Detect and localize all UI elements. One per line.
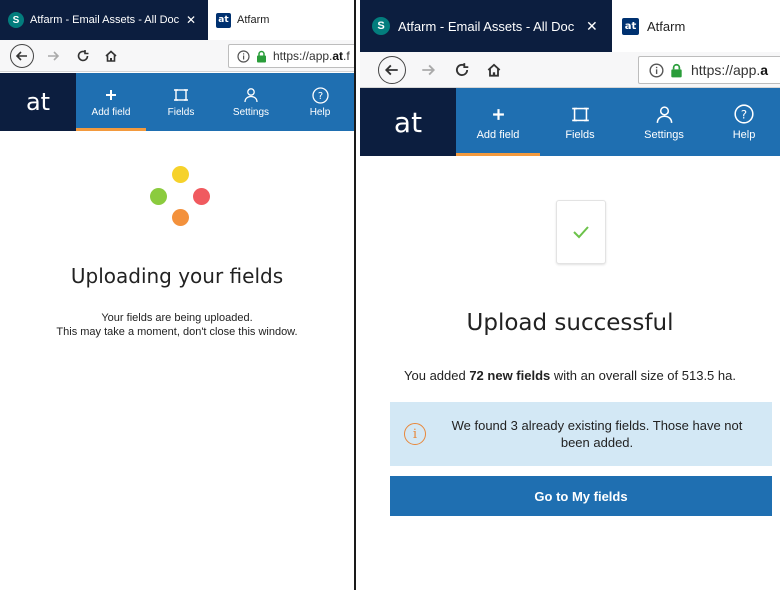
loader-dot: [172, 166, 189, 183]
success-check-card: [556, 200, 606, 264]
nav-settings[interactable]: Settings: [216, 73, 286, 131]
left-window: S Atfarm - Email Assets - All Doc ✕ at A…: [0, 0, 354, 590]
nav-add-field[interactable]: Add field: [76, 73, 146, 131]
arrow-left-icon: [15, 51, 27, 61]
info-circle-icon: [237, 49, 250, 63]
nav-label: Fields: [565, 129, 595, 141]
close-tab-icon[interactable]: ✕: [186, 13, 196, 27]
nav-label: Add field: [476, 129, 520, 141]
nav-label: Help: [309, 107, 331, 118]
window-divider: [354, 0, 356, 590]
tab-title: Atfarm: [647, 18, 686, 34]
tab-strip: S Atfarm - Email Assets - All Doc ✕ at A…: [0, 0, 354, 40]
browser-toolbar: https://app.a: [360, 52, 780, 88]
arrow-left-icon: [384, 64, 398, 76]
page-title: Uploading your fields: [70, 264, 284, 288]
right-window: S Atfarm - Email Assets - All Doc ✕ at A…: [360, 0, 780, 590]
back-button[interactable]: [378, 56, 406, 84]
browser-toolbar: https://app.at.f: [0, 40, 354, 72]
url-text: https://app.a: [691, 62, 769, 78]
go-to-my-fields-button[interactable]: Go to My fields: [390, 476, 772, 516]
tab-strip: S Atfarm - Email Assets - All Doc ✕ at A…: [360, 0, 780, 52]
atfarm-logo[interactable]: at: [360, 88, 456, 156]
existing-fields-notice: i We found 3 already existing fields. Th…: [390, 402, 772, 466]
lock-icon: [256, 50, 267, 63]
close-tab-icon[interactable]: ✕: [586, 18, 598, 35]
nav-label: Settings: [232, 107, 270, 118]
nav-label: Settings: [644, 129, 684, 141]
status-message-line1: Your fields are being uploaded.: [101, 312, 253, 324]
tab-email-assets[interactable]: S Atfarm - Email Assets - All Doc ✕: [360, 0, 612, 52]
nav-label: Add field: [91, 107, 131, 118]
reload-icon: [77, 50, 89, 62]
plus-icon: [105, 86, 117, 104]
tab-title: Atfarm - Email Assets - All Doc: [30, 14, 180, 26]
loader-dot: [172, 209, 189, 226]
help-icon: ?: [311, 86, 329, 104]
forward-button[interactable]: [42, 44, 64, 68]
notice-text: We found 3 already existing fields. Thos…: [451, 418, 743, 450]
upload-summary: You added 72 new fields with an overall …: [404, 368, 736, 383]
tab-atfarm[interactable]: at Atfarm: [612, 0, 780, 52]
sharepoint-favicon-icon: S: [8, 12, 24, 28]
home-button[interactable]: [482, 57, 506, 83]
home-icon: [105, 50, 117, 62]
nav-help[interactable]: ? Help: [708, 88, 780, 156]
nav-label: Help: [732, 129, 756, 141]
field-frame-icon: [173, 86, 189, 104]
help-icon: ?: [734, 103, 754, 125]
nav-settings[interactable]: Settings: [620, 88, 708, 156]
atfarm-logo[interactable]: at: [0, 73, 76, 131]
nav-label: Fields: [167, 107, 195, 118]
nav-add-field[interactable]: Add field: [456, 88, 540, 156]
tab-title: Atfarm: [237, 14, 270, 26]
home-icon: [487, 63, 501, 77]
info-icon: i: [404, 423, 426, 445]
page-title: Upload successful: [466, 310, 674, 336]
svg-text:?: ?: [741, 107, 747, 121]
plus-icon: [492, 103, 505, 125]
user-icon: [655, 103, 674, 125]
arrow-right-icon: [422, 64, 436, 76]
user-icon: [243, 86, 259, 104]
nav-fields[interactable]: Fields: [540, 88, 620, 156]
address-bar[interactable]: https://app.at.f: [228, 44, 354, 68]
checkmark-icon: [573, 226, 589, 239]
lock-icon: [670, 63, 683, 78]
nav-help[interactable]: ? Help: [286, 73, 354, 131]
atfarm-favicon-icon: at: [622, 17, 639, 35]
reload-icon: [455, 63, 469, 76]
app-navigation: at Add field Fields Settings ? Help: [0, 73, 354, 131]
reload-button[interactable]: [450, 57, 474, 83]
loader-dot: [193, 188, 210, 205]
reload-button[interactable]: [72, 44, 94, 68]
info-circle-icon: [649, 62, 664, 78]
status-message-line2: This may take a moment, don't close this…: [56, 326, 298, 338]
nav-fields[interactable]: Fields: [146, 73, 216, 131]
app-navigation: at Add field Fields Settings ? Help: [360, 88, 780, 156]
address-bar[interactable]: https://app.a: [638, 56, 780, 84]
svg-text:?: ?: [317, 91, 322, 102]
loader-dot: [150, 188, 167, 205]
loading-spinner: [150, 166, 212, 228]
home-button[interactable]: [100, 44, 122, 68]
forward-button[interactable]: [416, 57, 440, 83]
atfarm-favicon-icon: at: [216, 12, 231, 28]
sharepoint-favicon-icon: S: [372, 17, 390, 35]
tab-email-assets[interactable]: S Atfarm - Email Assets - All Doc ✕: [0, 0, 208, 40]
url-text: https://app.at.f: [273, 49, 350, 63]
back-button[interactable]: [10, 44, 34, 68]
field-frame-icon: [571, 103, 590, 125]
arrow-right-icon: [48, 51, 60, 61]
tab-atfarm[interactable]: at Atfarm: [208, 0, 354, 40]
tab-title: Atfarm - Email Assets - All Doc: [398, 18, 575, 34]
